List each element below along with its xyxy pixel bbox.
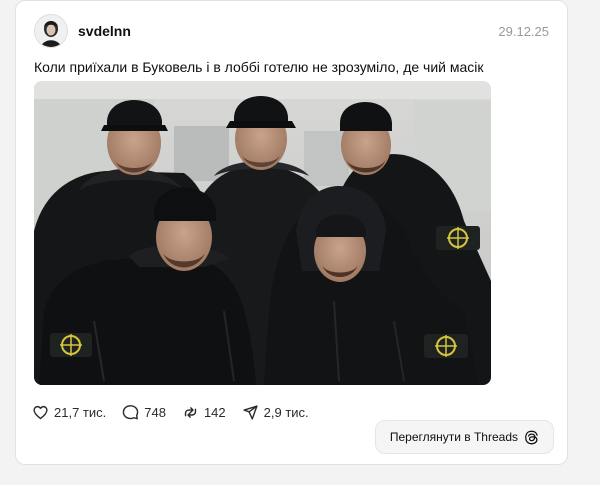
comment-icon [122, 404, 139, 419]
photo-five-men-in-black-jackets [34, 81, 491, 385]
view-in-threads-button[interactable]: Переглянути в Threads [374, 420, 554, 454]
heart-icon [33, 405, 48, 419]
post-caption: Коли приїхали в Буковель і в лоббі готел… [34, 59, 484, 75]
comment-count: 748 [144, 404, 166, 420]
like-button[interactable]: 21,7 тис. [32, 404, 106, 421]
repost-icon [184, 406, 197, 418]
share-button[interactable]: 2,9 тис. [242, 404, 309, 421]
page: svdelnn 29.12.25 Коли приїхали в Буковел… [0, 0, 600, 485]
share-count: 2,9 тис. [263, 404, 309, 420]
avatar-image [35, 15, 67, 47]
like-count: 21,7 тис. [54, 404, 107, 420]
post-header: svdelnn 29.12.25 [34, 14, 549, 48]
view-in-threads-label: Переглянути в Threads [389, 430, 518, 444]
username[interactable]: svdelnn [78, 23, 131, 39]
threads-post-card: svdelnn 29.12.25 Коли приїхали в Буковел… [15, 0, 568, 465]
repost-button[interactable]: 142 [182, 404, 226, 421]
share-icon [243, 404, 258, 420]
post-image[interactable] [34, 81, 491, 385]
comment-button[interactable]: 748 [122, 404, 166, 421]
post-date: 29.12.25 [498, 23, 549, 39]
threads-logo-icon [525, 430, 538, 444]
avatar[interactable] [34, 14, 68, 48]
post-actions: 21,7 тис. 748 142 2,9 тис. [32, 401, 309, 423]
repost-count: 142 [203, 404, 226, 420]
